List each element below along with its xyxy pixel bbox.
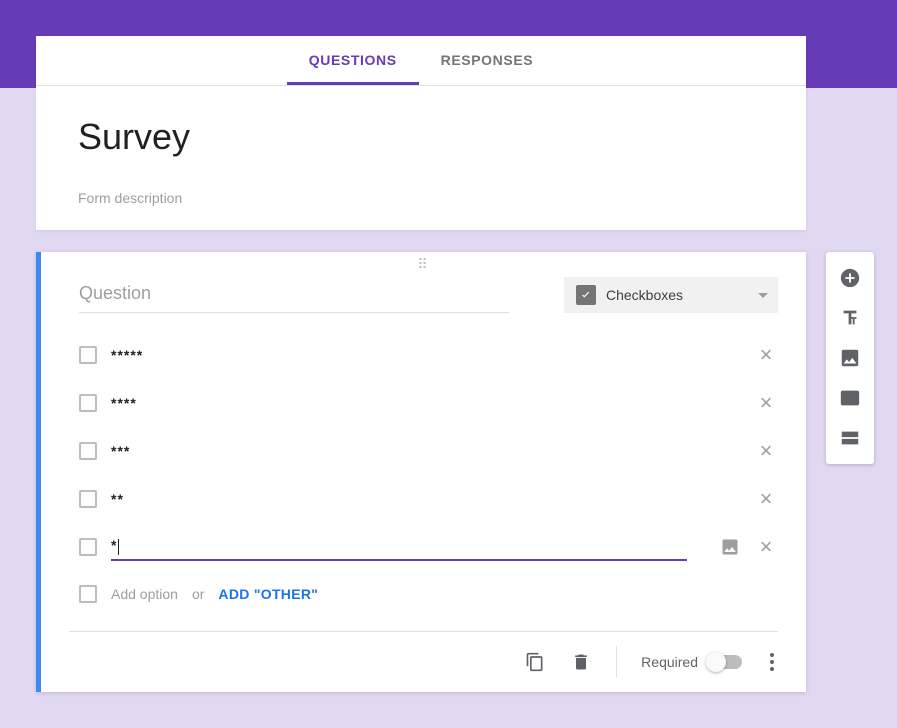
option-input[interactable]: *** <box>111 439 740 463</box>
checkbox-icon <box>79 442 97 460</box>
more-options-button[interactable] <box>766 649 778 675</box>
form-header-card: QUESTIONS RESPONSES Survey Form descript… <box>36 36 806 230</box>
option-row: * × <box>79 523 778 571</box>
checkbox-icon <box>79 585 97 603</box>
form-title[interactable]: Survey <box>78 116 764 158</box>
tab-questions[interactable]: QUESTIONS <box>287 36 419 85</box>
add-option-row: Add option or ADD "OTHER" <box>41 571 806 631</box>
title-section: Survey Form description <box>36 86 806 230</box>
checkbox-icon <box>79 346 97 364</box>
options-list: ***** × **** × *** × ** × * × <box>41 313 806 571</box>
add-image-to-option-button[interactable] <box>720 537 740 557</box>
option-input[interactable]: ** <box>111 487 740 511</box>
option-input[interactable]: **** <box>111 391 740 415</box>
remove-option-button[interactable]: × <box>754 439 778 463</box>
required-label: Required <box>641 654 698 670</box>
required-group: Required <box>641 654 742 670</box>
remove-option-button[interactable]: × <box>754 487 778 511</box>
delete-button[interactable] <box>570 651 592 673</box>
chevron-down-icon <box>758 293 768 298</box>
add-title-button[interactable] <box>826 298 874 338</box>
add-section-button[interactable] <box>826 418 874 458</box>
option-input[interactable]: * <box>111 533 687 560</box>
remove-option-button[interactable]: × <box>754 343 778 367</box>
tab-responses[interactable]: RESPONSES <box>419 36 556 85</box>
question-type-selector[interactable]: Checkboxes <box>564 277 778 313</box>
remove-option-button[interactable]: × <box>754 391 778 415</box>
option-row: ***** × <box>79 331 778 379</box>
checkbox-icon <box>79 394 97 412</box>
required-toggle[interactable] <box>708 655 742 669</box>
drag-handle-icon[interactable]: ⠿ <box>41 252 806 275</box>
option-row: **** × <box>79 379 778 427</box>
option-row: ** × <box>79 475 778 523</box>
add-other-button[interactable]: ADD "OTHER" <box>218 586 318 602</box>
option-input[interactable]: ***** <box>111 343 740 367</box>
checkbox-type-icon <box>576 285 596 305</box>
add-question-button[interactable] <box>826 258 874 298</box>
add-video-button[interactable] <box>826 378 874 418</box>
question-type-label: Checkboxes <box>606 287 748 303</box>
remove-option-button[interactable]: × <box>754 535 778 559</box>
tabs-row: QUESTIONS RESPONSES <box>36 36 806 86</box>
divider <box>616 646 617 678</box>
or-label: or <box>192 586 204 602</box>
option-row: *** × <box>79 427 778 475</box>
duplicate-button[interactable] <box>524 651 546 673</box>
form-description[interactable]: Form description <box>78 190 764 206</box>
question-card: ⠿ Question Checkboxes ***** × **** × ***… <box>36 252 806 692</box>
question-footer: Required <box>69 631 778 692</box>
side-toolbar <box>826 252 874 464</box>
add-image-button[interactable] <box>826 338 874 378</box>
checkbox-icon <box>79 538 97 556</box>
add-option-button[interactable]: Add option <box>111 586 178 602</box>
text-cursor <box>118 539 119 555</box>
checkbox-icon <box>79 490 97 508</box>
question-title-input[interactable]: Question <box>79 277 509 313</box>
